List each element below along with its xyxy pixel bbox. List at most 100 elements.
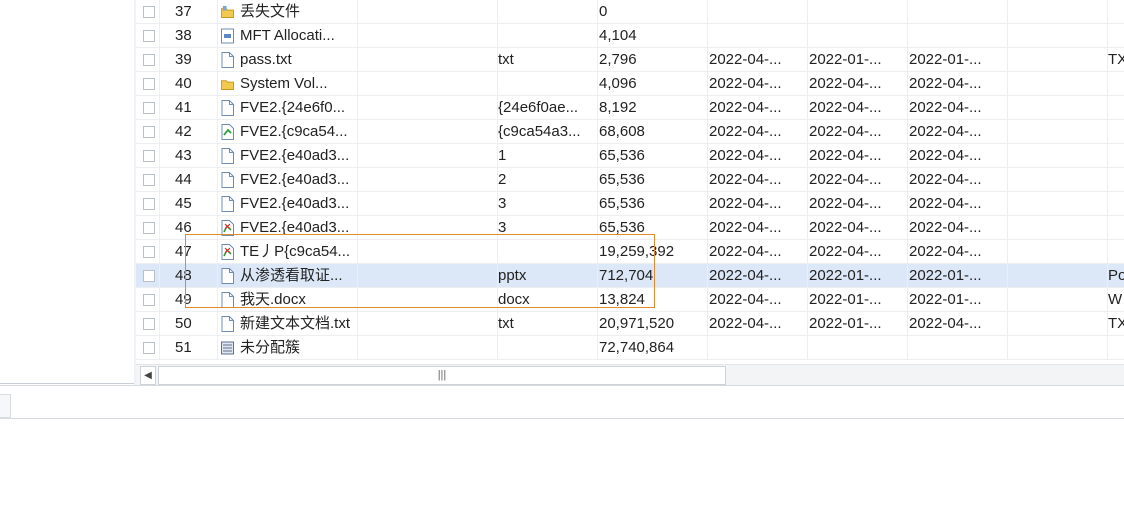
document-icon bbox=[221, 196, 234, 212]
file-extension: txt bbox=[498, 312, 598, 336]
file-name-text: System Vol... bbox=[240, 75, 328, 92]
table-row[interactable]: 42 FVE2.{c9ca54... {c9ca54a3... 68,608 2022-… bbox=[136, 120, 1124, 144]
created-date: 2022-04-... bbox=[708, 96, 808, 120]
empty-cell bbox=[358, 192, 498, 216]
table-row[interactable]: 47 TE丿P{c9ca54... 19,259,392 2022-04-... 202… bbox=[136, 240, 1124, 264]
file-name: System Vol... bbox=[218, 72, 358, 96]
file-extension bbox=[498, 72, 598, 96]
empty-cell bbox=[1008, 312, 1108, 336]
file-size: 20,971,520 bbox=[598, 312, 708, 336]
file-name: TE丿P{c9ca54... bbox=[218, 240, 358, 264]
file-size: 2,796 bbox=[598, 48, 708, 72]
empty-cell bbox=[1008, 24, 1108, 48]
row-checkbox-box[interactable] bbox=[143, 6, 155, 18]
table-row[interactable]: 44 FVE2.{e40ad3... 2 65,536 2022-04-... 2022-… bbox=[136, 168, 1124, 192]
row-checkbox-box[interactable] bbox=[143, 246, 155, 258]
table-row[interactable]: 43 FVE2.{e40ad3... 1 65,536 2022-04-... 2022-… bbox=[136, 144, 1124, 168]
row-checkbox-box[interactable] bbox=[143, 222, 155, 234]
modified-date: 2022-04-... bbox=[808, 168, 908, 192]
row-checkbox-box[interactable] bbox=[143, 318, 155, 330]
file-size: 0 bbox=[598, 0, 708, 24]
folder-icon bbox=[221, 76, 234, 92]
table-row[interactable]: 40 System Vol... 4,096 2022-04-... 2022-04-.… bbox=[136, 72, 1124, 96]
row-number: 39 bbox=[160, 48, 218, 72]
row-checkbox-box[interactable] bbox=[143, 342, 155, 354]
accessed-date: 2022-04-... bbox=[908, 168, 1008, 192]
empty-cell bbox=[358, 288, 498, 312]
file-name-text: FVE2.{e40ad3... bbox=[240, 195, 350, 212]
file-size: 65,536 bbox=[598, 144, 708, 168]
row-checkbox-box[interactable] bbox=[143, 294, 155, 306]
row-checkbox-box[interactable] bbox=[143, 270, 155, 282]
created-date bbox=[708, 24, 808, 48]
file-category: W bbox=[1108, 288, 1124, 312]
row-checkbox-box[interactable] bbox=[143, 174, 155, 186]
empty-cell bbox=[1008, 336, 1108, 360]
modified-date: 2022-01-... bbox=[808, 312, 908, 336]
table-row[interactable]: 38 MFT Allocati... 4,104 bbox=[136, 24, 1124, 48]
file-name-text: FVE2.{e40ad3... bbox=[240, 147, 350, 164]
row-checkbox-box[interactable] bbox=[143, 150, 155, 162]
created-date: 2022-04-... bbox=[708, 120, 808, 144]
empty-cell bbox=[1008, 0, 1108, 24]
empty-cell bbox=[358, 24, 498, 48]
row-number: 49 bbox=[160, 288, 218, 312]
row-checkbox-box[interactable] bbox=[143, 54, 155, 66]
accessed-date: 2022-04-... bbox=[908, 312, 1008, 336]
modified-date: 2022-04-... bbox=[808, 144, 908, 168]
modified-date: 2022-04-... bbox=[808, 72, 908, 96]
empty-cell bbox=[358, 0, 498, 24]
file-name: 丢失文件 bbox=[218, 0, 358, 24]
row-checkbox bbox=[136, 24, 160, 48]
table-row[interactable]: 50 新建文本文档.txt txt 20,971,520 2022-04-... 2022… bbox=[136, 312, 1124, 336]
file-name: pass.txt bbox=[218, 48, 358, 72]
row-checkbox-box[interactable] bbox=[143, 126, 155, 138]
row-checkbox-box[interactable] bbox=[143, 30, 155, 42]
horizontal-scrollbar[interactable]: ◀ ||| bbox=[136, 364, 1124, 386]
document-icon bbox=[221, 172, 234, 188]
table-row[interactable]: 49 我天.docx docx 13,824 2022-04-... 2022-01-..… bbox=[136, 288, 1124, 312]
table-row[interactable]: 48 从渗透看取证... pptx 712,704 2022-04-... 2022-01… bbox=[136, 264, 1124, 288]
empty-cell bbox=[1008, 216, 1108, 240]
file-category bbox=[1108, 96, 1124, 120]
file-name-text: FVE2.{24e6f0... bbox=[240, 99, 346, 116]
row-checkbox-box[interactable] bbox=[143, 198, 155, 210]
row-checkbox-box[interactable] bbox=[143, 78, 155, 90]
unallocated-icon bbox=[221, 340, 234, 356]
table-row[interactable]: 46 FVE2.{e40ad3... 3 65,536 2022-04-... 2022-… bbox=[136, 216, 1124, 240]
created-date: 2022-04-... bbox=[708, 288, 808, 312]
accessed-date: 2022-04-... bbox=[908, 144, 1008, 168]
table-row[interactable]: 39 pass.txt txt 2,796 2022-04-... 2022-01-...… bbox=[136, 48, 1124, 72]
folder-warning-icon bbox=[221, 4, 234, 20]
created-date: 2022-04-... bbox=[708, 264, 808, 288]
file-name: FVE2.{24e6f0... bbox=[218, 96, 358, 120]
row-checkbox bbox=[136, 192, 160, 216]
table-row[interactable]: 37 丢失文件 0 bbox=[136, 0, 1124, 24]
file-extension: 1 bbox=[498, 144, 598, 168]
table-row[interactable]: 51 未分配簇 72,740,864 bbox=[136, 336, 1124, 360]
file-extension bbox=[498, 336, 598, 360]
empty-cell bbox=[358, 312, 498, 336]
modified-date: 2022-01-... bbox=[808, 288, 908, 312]
table-row[interactable]: 45 FVE2.{e40ad3... 3 65,536 2022-04-... 2022-… bbox=[136, 192, 1124, 216]
row-number: 46 bbox=[160, 216, 218, 240]
empty-cell bbox=[358, 240, 498, 264]
file-name-text: FVE2.{e40ad3... bbox=[240, 171, 350, 188]
row-checkbox-box[interactable] bbox=[143, 102, 155, 114]
document-icon bbox=[221, 148, 234, 164]
left-tree-pane[interactable] bbox=[0, 0, 135, 385]
row-checkbox bbox=[136, 336, 160, 360]
accessed-date: 2022-04-... bbox=[908, 72, 1008, 96]
scroll-left-icon[interactable]: ◀ bbox=[140, 366, 156, 385]
accessed-date: 2022-01-... bbox=[908, 264, 1008, 288]
table-row[interactable]: 41 FVE2.{24e6f0... {24e6f0ae... 8,192 2022-0… bbox=[136, 96, 1124, 120]
row-checkbox bbox=[136, 120, 160, 144]
scrollbar-thumb[interactable]: ||| bbox=[158, 366, 726, 385]
bottom-panel-tab[interactable] bbox=[0, 394, 11, 418]
modified-date: 2022-01-... bbox=[808, 48, 908, 72]
modified-date: 2022-04-... bbox=[808, 96, 908, 120]
file-table[interactable]: 37 丢失文件 0 38 MFT Allocati... 4,104 39 pass.txt t… bbox=[136, 0, 1124, 364]
bottom-panel-bar bbox=[0, 385, 1124, 419]
row-number: 44 bbox=[160, 168, 218, 192]
row-number: 50 bbox=[160, 312, 218, 336]
